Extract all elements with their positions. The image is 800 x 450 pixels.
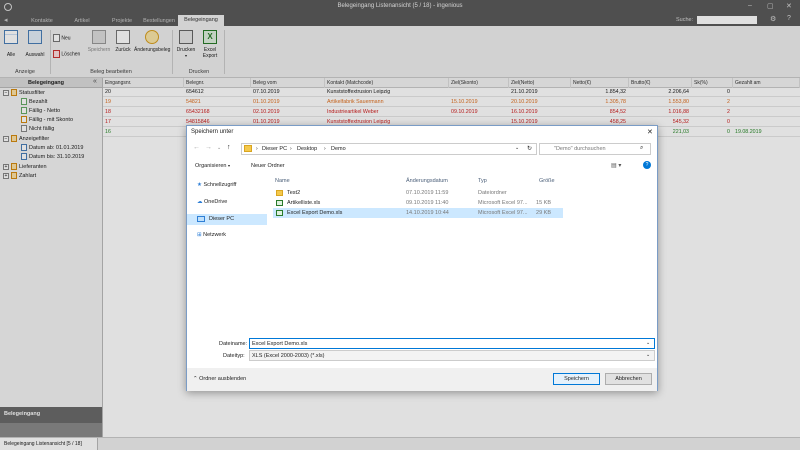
file-size: 15 KB (536, 200, 551, 206)
folder-icon (276, 190, 283, 196)
nav-forward-icon[interactable]: → (205, 144, 212, 151)
nav-schnellzugriff[interactable]: ★ Schnellzugriff (197, 182, 236, 188)
save-button[interactable]: Speichern (553, 373, 600, 385)
nav-onedrive[interactable]: ☁ OneDrive (197, 199, 227, 205)
neuer-ordner-button[interactable]: Neuer Ordner (251, 163, 285, 169)
view-options-icon[interactable]: ▤ ▾ (611, 162, 621, 169)
file-row[interactable]: Test2 07.10.2019 11:59 Dateiordner (273, 188, 563, 198)
breadcrumb-separator-icon: › (290, 146, 292, 152)
nav-up-icon[interactable]: ↑ (227, 144, 231, 151)
save-as-dialog: Speichern unter ✕ ← → ⌄ ↑ › Dieser PC › … (186, 125, 658, 391)
breadcrumb-demo[interactable]: Demo (331, 146, 346, 152)
file-type: Dateiordner (478, 190, 507, 196)
file-date: 14.10.2019 10:44 (406, 210, 449, 216)
file-date: 07.10.2019 11:59 (406, 190, 449, 196)
filetype-select[interactable]: XLS (Excel 2000-2003) (*.xls) ⌄ (249, 350, 655, 361)
col-header-typ[interactable]: Typ (478, 178, 487, 184)
filename-label: Dateiname: (219, 341, 248, 347)
dialog-title: Speichern unter (191, 129, 234, 135)
dialog-search-input[interactable]: "Demo" durchsuchen ⌕ (539, 143, 651, 155)
excel-file-icon (276, 200, 283, 206)
filename-input[interactable]: Excel Export Demo.xls ⌄ (249, 338, 655, 349)
search-icon: ⌕ (640, 145, 644, 151)
network-icon: ⊞ (197, 232, 202, 238)
nav-netzwerk[interactable]: ⊞ Netzwerk (197, 232, 226, 238)
star-icon: ★ (197, 182, 202, 188)
dropdown-arrow-icon[interactable]: ⌄ (646, 340, 650, 346)
dropdown-arrow-icon: ▾ (228, 163, 231, 168)
breadcrumb-dieser-pc[interactable]: Dieser PC (262, 146, 287, 152)
nav-pane: ★ Schnellzugriff ☁ OneDrive Dieser PC ⊞ … (187, 174, 269, 334)
breadcrumb-desktop[interactable]: Desktop (297, 146, 317, 152)
nav-dropdown-icon[interactable]: ⌄ (217, 145, 221, 151)
file-name: Artikelliste.xls (287, 200, 321, 206)
computer-icon (197, 216, 205, 222)
address-dropdown-icon[interactable]: ⌄ (515, 145, 519, 151)
file-row[interactable]: Excel Export Demo.xls 14.10.2019 10:44 Mic… (273, 208, 563, 218)
file-size: 29 KB (536, 210, 551, 216)
file-name: Test2 (287, 190, 301, 196)
file-row[interactable]: Artikelliste.xls 09.10.2019 11:40 Microsof… (273, 198, 563, 208)
folder-icon (244, 145, 252, 152)
cloud-icon: ☁ (197, 199, 203, 205)
hide-folders-toggle[interactable]: ⌃ Ordner ausblenden (193, 376, 246, 382)
file-list: Name Änderungsdatum Typ Größe Test2 07.10… (271, 174, 657, 334)
col-header-aenderungsdatum[interactable]: Änderungsdatum (406, 178, 448, 184)
chevron-up-icon: ⌃ (193, 376, 198, 382)
excel-file-icon (276, 210, 283, 216)
organisieren-button[interactable]: Organisieren ▾ (195, 163, 230, 169)
nav-back-icon[interactable]: ← (193, 144, 200, 151)
file-name: Excel Export Demo.xls (287, 210, 343, 216)
address-bar[interactable]: › Dieser PC › Desktop › Demo ⌄ ↻ (241, 143, 537, 155)
help-icon[interactable]: ? (643, 161, 651, 169)
col-header-groesse[interactable]: Größe (539, 178, 555, 184)
dialog-footer: ⌃ Ordner ausblenden Speichern Abbrechen (187, 368, 657, 391)
dropdown-arrow-icon: ⌄ (646, 352, 651, 358)
dialog-close-button[interactable]: ✕ (647, 128, 653, 136)
col-header-name[interactable]: Name (275, 178, 290, 184)
breadcrumb-separator-icon: › (324, 146, 326, 152)
nav-dieser-pc[interactable]: Dieser PC (187, 214, 267, 225)
cancel-button[interactable]: Abbrechen (605, 373, 652, 385)
file-date: 09.10.2019 11:40 (406, 200, 449, 206)
refresh-icon[interactable]: ↻ (527, 145, 532, 152)
breadcrumb-separator-icon: › (256, 146, 258, 152)
filetype-label: Dateityp: (223, 353, 245, 359)
